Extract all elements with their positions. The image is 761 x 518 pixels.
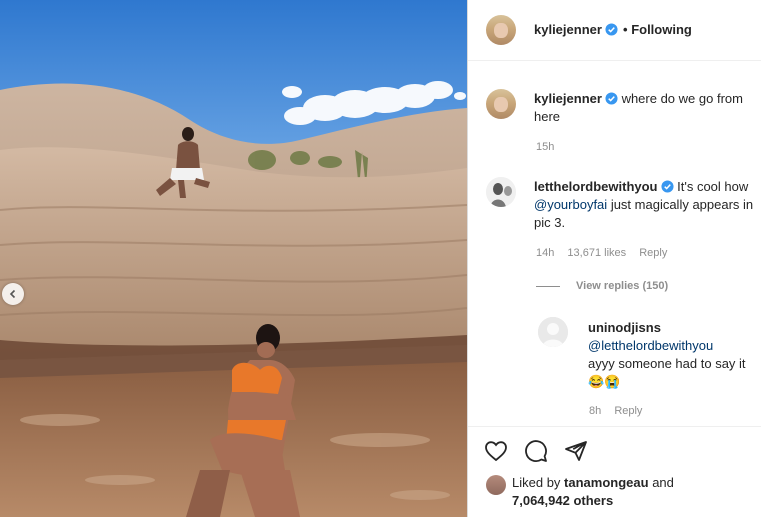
comment-meta: 14h 13,671 likes Reply bbox=[536, 247, 677, 259]
reply-mention[interactable]: @letthelordbewithyou bbox=[588, 338, 713, 353]
reply-button[interactable]: Reply bbox=[639, 247, 667, 259]
author-username[interactable]: kyliejenner bbox=[534, 22, 602, 37]
post-photo[interactable] bbox=[0, 0, 467, 517]
comment-body-start: It's cool how bbox=[677, 179, 749, 194]
post-header: kyliejenner • Following bbox=[468, 0, 761, 61]
replies-line bbox=[536, 285, 560, 287]
author-avatar[interactable] bbox=[486, 15, 516, 45]
reply-avatar[interactable] bbox=[538, 317, 568, 347]
verified-badge-icon bbox=[660, 180, 674, 193]
reply-username[interactable]: uninodjisns bbox=[588, 320, 661, 335]
chevron-left-icon bbox=[9, 289, 16, 299]
view-replies-button[interactable]: View replies (150) bbox=[536, 280, 668, 292]
share-icon[interactable] bbox=[564, 439, 588, 463]
reply-time[interactable]: 8h bbox=[589, 405, 601, 417]
liked-by-prefix: Liked by bbox=[512, 475, 561, 490]
comment-avatar[interactable] bbox=[486, 177, 516, 207]
verified-badge-icon bbox=[605, 92, 618, 105]
caption-avatar[interactable] bbox=[486, 89, 516, 119]
author-username-row: kyliejenner bbox=[534, 22, 618, 37]
comment-time[interactable]: 14h bbox=[536, 247, 554, 259]
previous-image-button[interactable] bbox=[2, 283, 24, 305]
reply-text: uninodjisns @letthelordbewithyou ayyy so… bbox=[588, 319, 753, 391]
reply-meta: 8h Reply bbox=[589, 405, 652, 417]
comment-mention[interactable]: @yourboyfai bbox=[534, 197, 607, 212]
comment-text: letthelordbewithyou It's cool how @yourb… bbox=[534, 178, 754, 232]
separator-dot: • bbox=[623, 22, 628, 37]
comment-icon[interactable] bbox=[524, 439, 548, 463]
caption-text: kyliejenner where do we go from here bbox=[534, 90, 754, 126]
post-side-panel: kyliejenner • Following kyliejenner wher… bbox=[468, 0, 761, 517]
view-replies-label: View replies (150) bbox=[576, 280, 669, 292]
caption-time[interactable]: 15h bbox=[536, 141, 554, 153]
action-bar: Liked by tanamongeau and 7,064,942 other… bbox=[468, 426, 761, 518]
verified-badge-icon bbox=[605, 23, 618, 36]
heart-icon[interactable] bbox=[484, 439, 508, 463]
likes-summary: Liked by tanamongeau and 7,064,942 other… bbox=[512, 474, 674, 510]
commenter-photo-icon bbox=[486, 177, 516, 207]
caption-username[interactable]: kyliejenner bbox=[534, 91, 602, 106]
liker-avatar[interactable] bbox=[486, 475, 506, 495]
comment-likes[interactable]: 13,671 likes bbox=[567, 247, 626, 259]
follow-status[interactable]: • Following bbox=[623, 22, 692, 37]
liker-username[interactable]: tanamongeau bbox=[564, 475, 649, 490]
following-button[interactable]: Following bbox=[631, 22, 692, 37]
likes-others-count[interactable]: 7,064,942 others bbox=[512, 493, 613, 508]
reply-button[interactable]: Reply bbox=[614, 405, 642, 417]
post-photo-image bbox=[0, 0, 467, 517]
comment-username[interactable]: letthelordbewithyou bbox=[534, 179, 658, 194]
caption-meta: 15h bbox=[536, 141, 564, 153]
reply-body: ayyy someone had to say it 😂😭 bbox=[588, 356, 746, 389]
default-avatar-icon bbox=[538, 317, 568, 347]
liked-by-connector: and bbox=[652, 475, 674, 490]
